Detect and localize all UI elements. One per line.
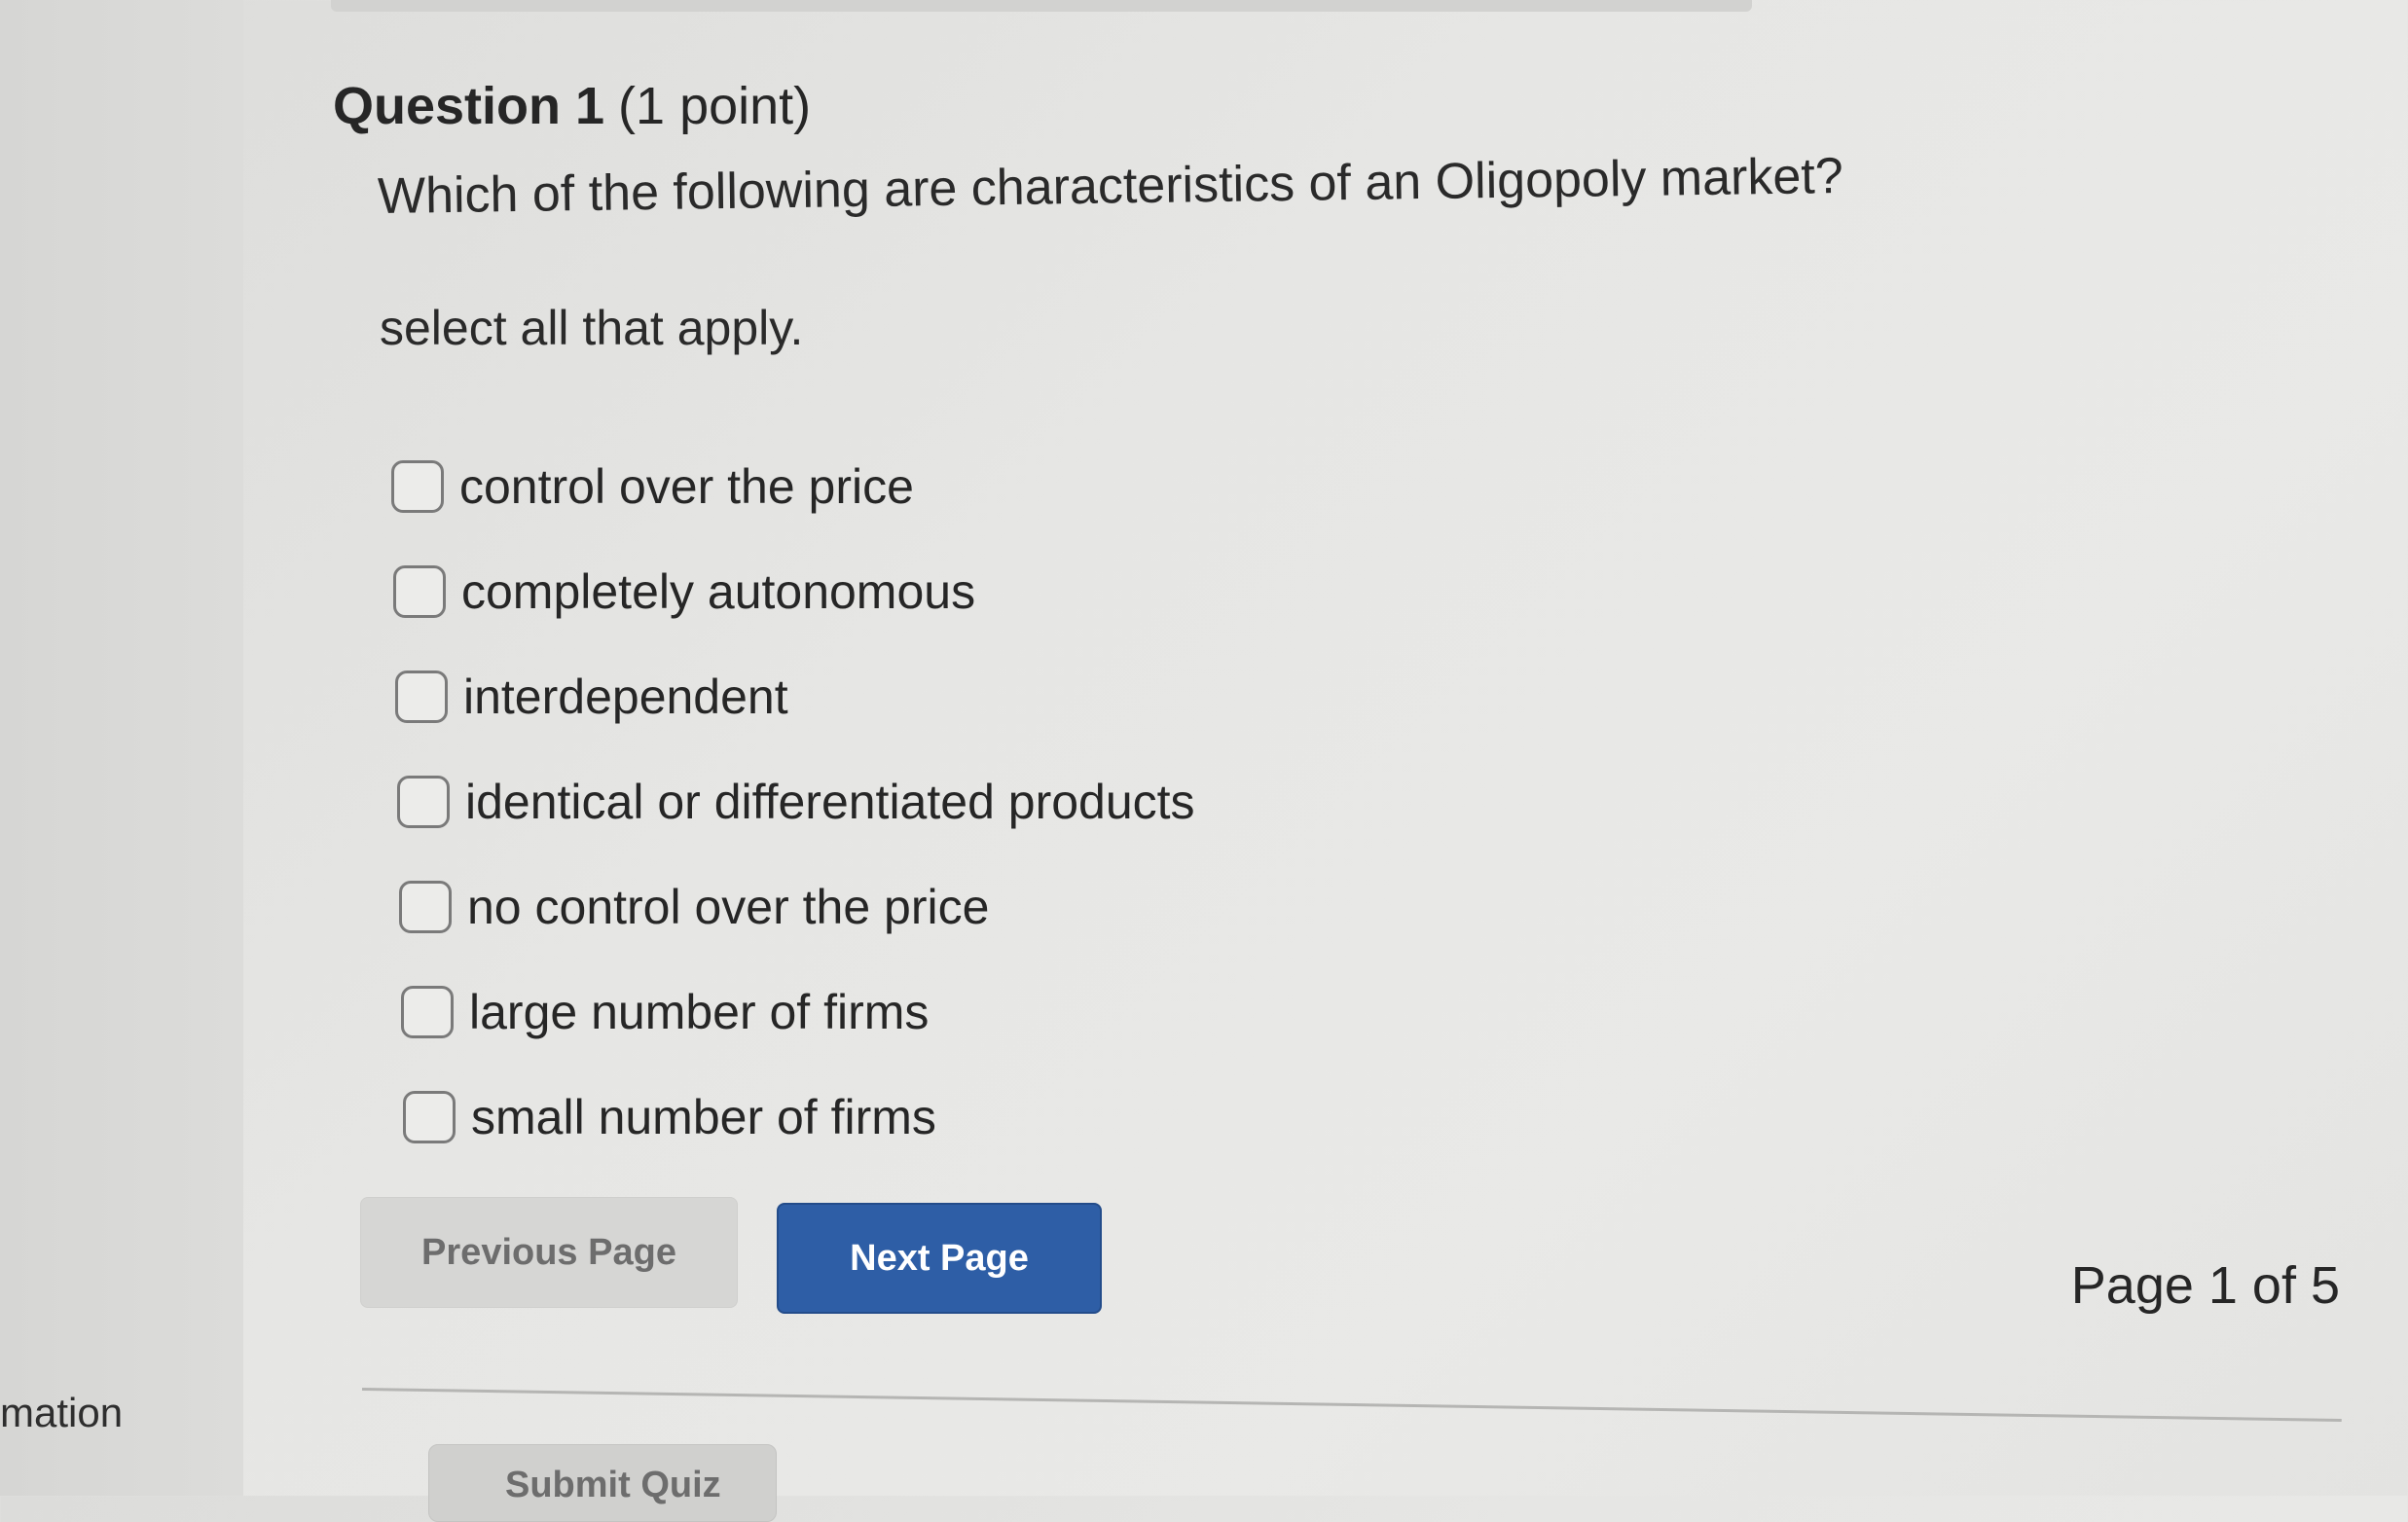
answer-options-list: control over the price completely autono…	[391, 434, 1195, 1170]
left-sidebar-strip	[0, 0, 243, 1496]
checkbox[interactable]	[395, 670, 448, 723]
question-instruction: select all that apply.	[380, 301, 804, 355]
answer-option[interactable]: interdependent	[395, 644, 1195, 749]
question-text: Which of the following are characteristi…	[377, 147, 1844, 225]
answer-option-label: identical or differentiated products	[465, 775, 1195, 829]
question-title: Question 1	[333, 77, 605, 135]
next-page-button[interactable]: Next Page	[777, 1203, 1102, 1314]
checkbox[interactable]	[403, 1091, 456, 1143]
checkbox[interactable]	[393, 565, 446, 618]
page-indicator: Page 1 of 5	[2070, 1256, 2340, 1315]
answer-option[interactable]: control over the price	[391, 434, 1195, 539]
answer-option[interactable]: small number of firms	[403, 1065, 1195, 1170]
answer-option[interactable]: large number of firms	[401, 960, 1195, 1065]
divider	[361, 1388, 2342, 1422]
checkbox[interactable]	[399, 881, 452, 933]
top-edge-panel	[331, 0, 1752, 12]
answer-option-label: small number of firms	[471, 1090, 936, 1144]
checkbox[interactable]	[391, 460, 444, 513]
answer-option-label: no control over the price	[467, 880, 990, 934]
answer-option-label: control over the price	[459, 459, 914, 514]
answer-option[interactable]: no control over the price	[399, 854, 1195, 960]
answer-option-label: interdependent	[463, 670, 788, 724]
answer-option-label: large number of firms	[469, 985, 930, 1039]
submit-quiz-button[interactable]: Submit Quiz	[428, 1444, 777, 1522]
answer-option[interactable]: completely autonomous	[393, 539, 1195, 644]
question-header: Question 1 (1 point)	[333, 76, 811, 136]
question-points: (1 point)	[618, 77, 812, 135]
checkbox[interactable]	[397, 776, 450, 828]
answer-option-label: completely autonomous	[461, 564, 976, 619]
answer-option[interactable]: identical or differentiated products	[397, 749, 1195, 854]
checkbox[interactable]	[401, 986, 454, 1038]
previous-page-button[interactable]: Previous Page	[360, 1197, 738, 1308]
sidebar-partial-label[interactable]: rmation	[0, 1390, 123, 1436]
